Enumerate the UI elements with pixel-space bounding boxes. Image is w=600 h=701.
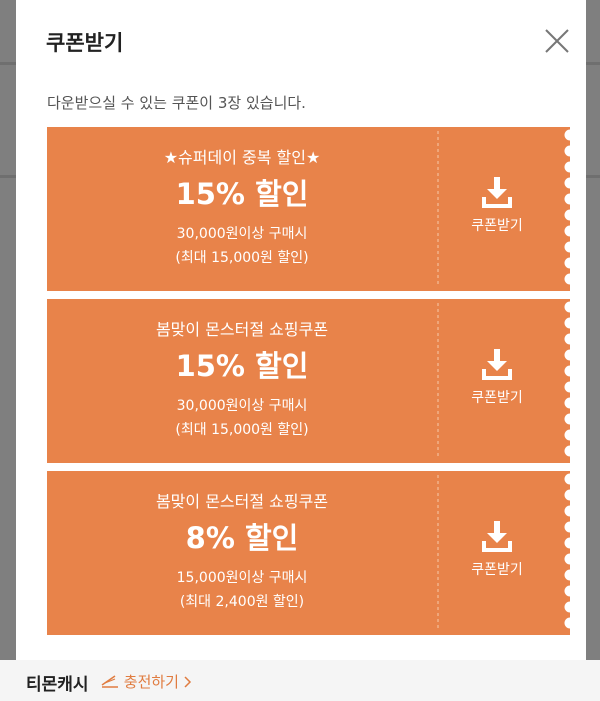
cash-brand-label: 티몬캐시	[26, 675, 89, 695]
coupon-card: 봄맞이 몬스터절 쇼핑쿠폰 8% 할인 15,000원이상 구매시 (최대 2,…	[47, 471, 570, 635]
download-label: 쿠폰받기	[471, 390, 523, 406]
close-icon	[545, 29, 569, 53]
coupon-download-button[interactable]: 쿠폰받기	[439, 299, 555, 463]
coupon-title: 봄맞이 몬스터절 쇼핑쿠폰	[155, 492, 329, 511]
modal-title: 쿠폰받기	[46, 31, 124, 55]
download-icon	[482, 349, 512, 380]
coupon-max-discount: (최대 15,000원 할인)	[175, 422, 309, 438]
bottom-bar: 티몬캐시 충전하기	[0, 660, 600, 701]
coupon-max-discount: (최대 2,400원 할인)	[179, 594, 305, 610]
download-icon	[482, 177, 512, 208]
download-icon	[482, 521, 512, 552]
coupon-title: 봄맞이 몬스터절 쇼핑쿠폰	[155, 320, 329, 339]
coupon-modal: 쿠폰받기 다운받으실 수 있는 쿠폰이 3장 있습니다. ★슈퍼데이 중복 할인…	[16, 0, 586, 660]
coupon-download-button[interactable]: 쿠폰받기	[439, 127, 555, 291]
close-button[interactable]	[544, 28, 570, 54]
coupon-condition: 30,000원이상 구매시	[176, 226, 308, 242]
coupon-card: ★슈퍼데이 중복 할인★ 15% 할인 30,000원이상 구매시 (최대 15…	[47, 127, 570, 291]
chevron-right-icon	[184, 676, 191, 688]
coupon-card: 봄맞이 몬스터절 쇼핑쿠폰 15% 할인 30,000원이상 구매시 (최대 1…	[47, 299, 570, 463]
coupon-max-discount: (최대 15,000원 할인)	[175, 250, 309, 266]
coupon-info: ★슈퍼데이 중복 할인★ 15% 할인 30,000원이상 구매시 (최대 15…	[47, 127, 437, 291]
charge-label: 충전하기	[123, 673, 179, 691]
coupon-discount: 8% 할인	[185, 521, 299, 555]
coupon-discount: 15% 할인	[175, 349, 309, 383]
coupon-download-button[interactable]: 쿠폰받기	[439, 471, 555, 635]
coupon-condition: 15,000원이상 구매시	[176, 570, 308, 586]
charge-link[interactable]: 충전하기	[101, 671, 192, 692]
coupon-discount: 15% 할인	[175, 177, 309, 211]
coupon-count-text: 다운받으실 수 있는 쿠폰이 3장 있습니다.	[47, 94, 306, 112]
download-label: 쿠폰받기	[471, 218, 523, 234]
coupon-condition: 30,000원이상 구매시	[176, 398, 308, 414]
coupon-info: 봄맞이 몬스터절 쇼핑쿠폰 15% 할인 30,000원이상 구매시 (최대 1…	[47, 299, 437, 463]
coupon-title: ★슈퍼데이 중복 할인★	[163, 148, 321, 167]
coupon-info: 봄맞이 몬스터절 쇼핑쿠폰 8% 할인 15,000원이상 구매시 (최대 2,…	[47, 471, 437, 635]
coin-stack-icon	[101, 675, 118, 688]
download-label: 쿠폰받기	[471, 562, 523, 578]
